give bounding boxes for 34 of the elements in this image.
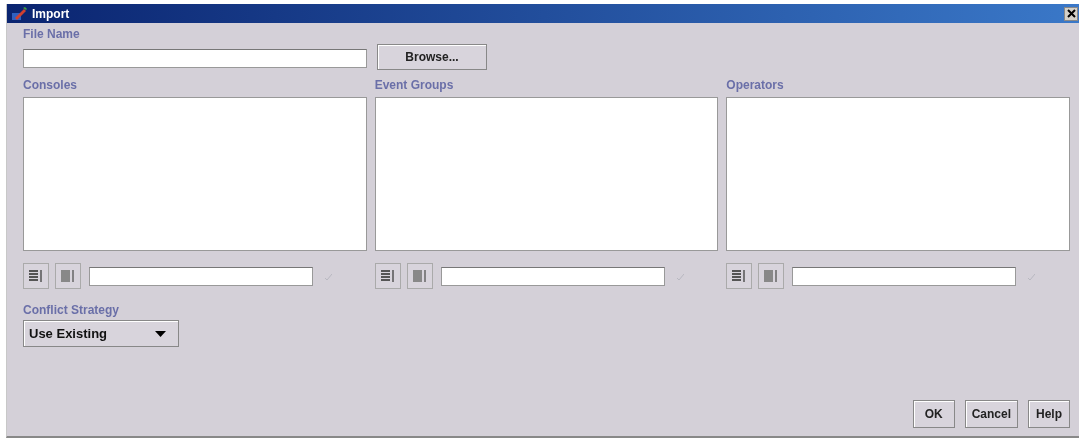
list-lines-icon bbox=[380, 270, 395, 282]
sort-button[interactable] bbox=[726, 263, 753, 289]
sort-button[interactable] bbox=[406, 263, 433, 289]
tick-icon bbox=[676, 272, 684, 280]
field-label: File Name bbox=[23, 27, 81, 41]
list-lines-icon bbox=[29, 270, 43, 282]
window-title: Import bbox=[32, 6, 70, 21]
filter-field[interactable] bbox=[440, 266, 665, 286]
list-label: Operators bbox=[726, 78, 785, 92]
tick-icon bbox=[1028, 272, 1036, 280]
list-block-icon bbox=[412, 270, 427, 282]
dialog-button[interactable]: OK bbox=[912, 400, 955, 428]
close-button[interactable] bbox=[1064, 6, 1078, 21]
sort-button[interactable] bbox=[55, 263, 81, 289]
pencil-icon bbox=[11, 6, 27, 21]
caret-icon bbox=[155, 330, 166, 337]
field-label: Conflict Strategy bbox=[23, 303, 120, 317]
filter-field[interactable] bbox=[89, 266, 313, 286]
sort-button[interactable] bbox=[23, 263, 49, 289]
tick-icon bbox=[325, 272, 332, 280]
file-name-field[interactable] bbox=[23, 49, 367, 68]
list-label: Consoles bbox=[23, 78, 78, 92]
list-block-icon bbox=[61, 270, 75, 282]
conflict-strategy-dropdown[interactable]: Use Existing bbox=[23, 320, 179, 347]
sort-button[interactable] bbox=[758, 263, 785, 289]
list-label: Event Groups bbox=[374, 78, 455, 92]
list-lines-icon bbox=[732, 270, 747, 282]
close-icon bbox=[1066, 9, 1076, 18]
dialog-button[interactable]: Cancel bbox=[964, 400, 1018, 428]
sort-button[interactable] bbox=[374, 263, 401, 289]
filter-field[interactable] bbox=[792, 266, 1017, 286]
browse-button[interactable]: Browse... bbox=[377, 44, 487, 70]
list-block-icon bbox=[764, 270, 779, 282]
dialog-button[interactable]: Help bbox=[1028, 400, 1070, 428]
